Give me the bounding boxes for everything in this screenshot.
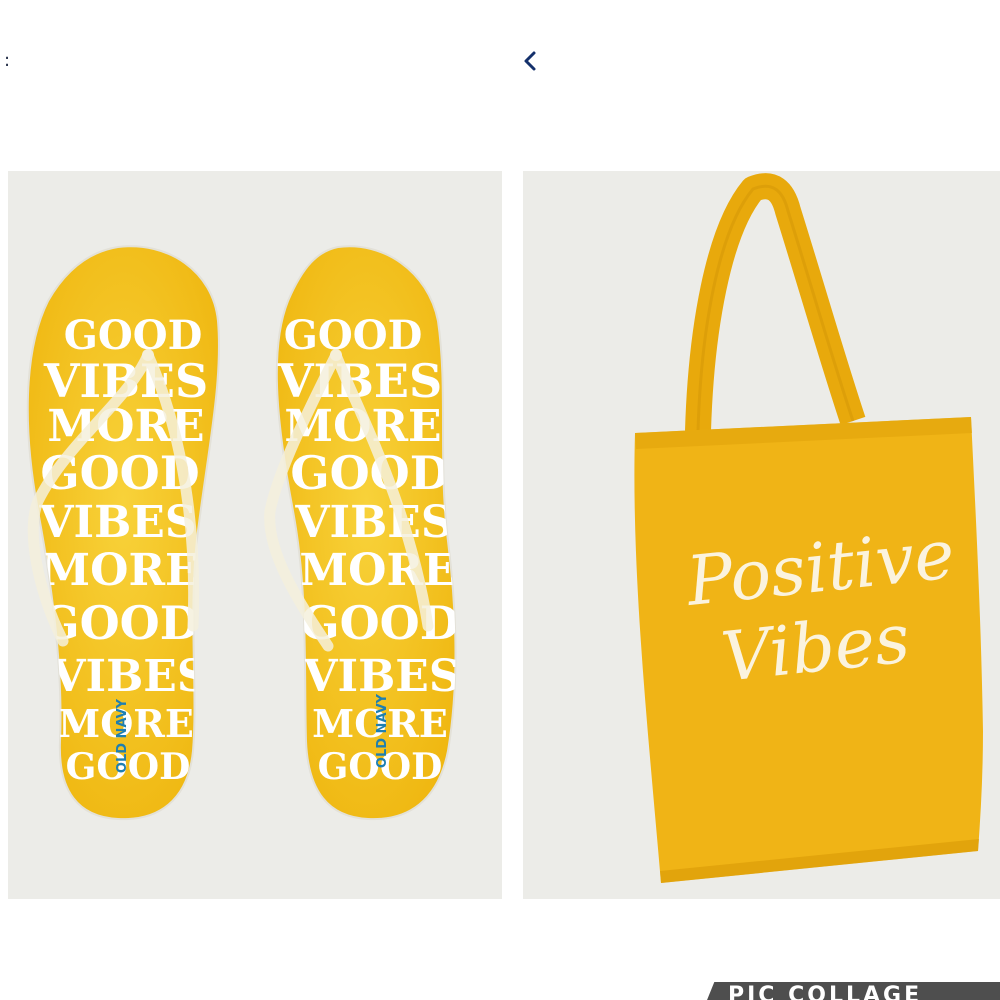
collage-page: : GOOD VIBES MORE GOOD VIBES MORE GOOD V…	[0, 0, 1000, 1000]
svg-text:MORE: MORE	[41, 545, 198, 596]
tote-handle	[685, 173, 866, 432]
product-image-flip-flops[interactable]: GOOD VIBES MORE GOOD VIBES MORE GOOD VIB…	[8, 171, 502, 899]
left-sandal-brand-label: OLD NAVY	[115, 698, 130, 773]
right-sandal-print: GOOD VIBES MORE GOOD VIBES MORE GOOD VIB…	[277, 312, 456, 788]
overflow-dots-icon[interactable]: :	[4, 50, 14, 72]
svg-text:VIBES: VIBES	[50, 651, 208, 702]
svg-text:GOOD: GOOD	[284, 312, 423, 359]
right-sandal-brand-label: OLD NAVY	[375, 693, 390, 768]
svg-text:VIBES: VIBES	[38, 497, 196, 548]
back-button[interactable]	[518, 48, 542, 74]
watermark-text: PIC COLLAGE	[728, 983, 923, 1000]
product-image-tote-bag[interactable]: Positive Vibes	[523, 171, 1000, 899]
svg-text:MORE: MORE	[299, 545, 456, 596]
svg-text:VIBES: VIBES	[43, 354, 208, 408]
svg-text:VIBES: VIBES	[294, 497, 452, 548]
svg-text:GOOD: GOOD	[64, 312, 203, 359]
svg-text:GOOD: GOOD	[290, 446, 449, 500]
chevron-left-icon	[524, 51, 536, 71]
